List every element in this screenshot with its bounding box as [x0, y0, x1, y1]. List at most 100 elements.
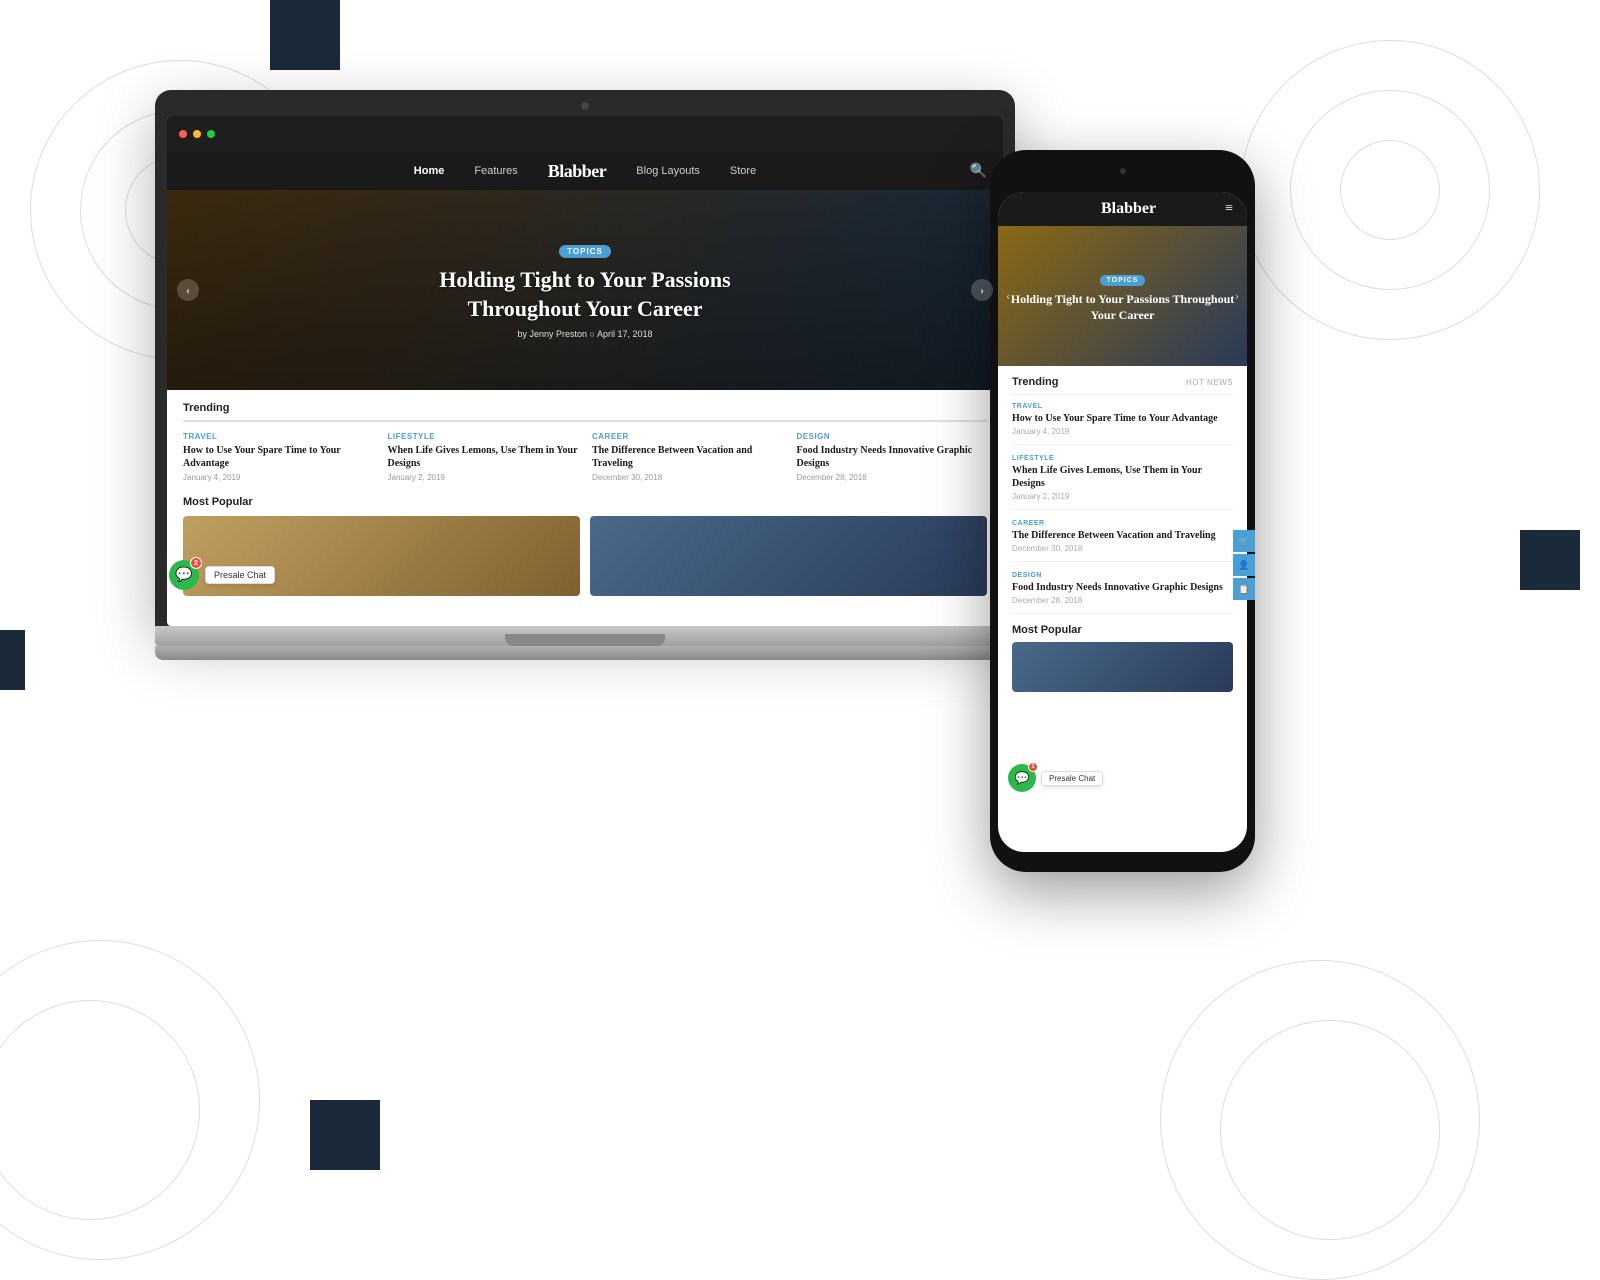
hero-title: Holding Tight to Your PassionsThroughout… [439, 266, 730, 323]
phone-notch [1083, 168, 1163, 188]
laptop-device: Home Features Blabber Blog Layouts Store… [155, 90, 1015, 660]
site-logo[interactable]: Blabber [548, 161, 607, 182]
phone-article-title-4[interactable]: Food Industry Needs Innovative Graphic D… [1012, 581, 1233, 594]
phone-device: Blabber ≡ ‹ TOPICS Holding Tight to Your… [990, 150, 1255, 872]
article-date-1: January 4, 2019 [183, 473, 374, 482]
bg-square-left [0, 630, 25, 690]
phone-article-date-3: December 30, 2018 [1012, 544, 1233, 553]
phone-hot-news-label: HOT NEWS [1186, 378, 1233, 387]
phone-article-category-3: CAREER [1012, 520, 1233, 527]
phone-article-title-3[interactable]: The Difference Between Vacation and Trav… [1012, 529, 1233, 542]
bg-square-top [270, 0, 340, 70]
bg-square-right [1520, 530, 1580, 590]
popular-item-2[interactable] [590, 516, 987, 596]
nav-item-store[interactable]: Store [730, 165, 756, 177]
phone-article-title-1[interactable]: How to Use Your Spare Time to Your Advan… [1012, 412, 1233, 425]
phone-article-2: LIFESTYLE When Life Gives Lemons, Use Th… [1012, 455, 1233, 510]
chat-badge: 2 [190, 557, 202, 569]
phone-screen: Blabber ≡ ‹ TOPICS Holding Tight to Your… [998, 192, 1247, 852]
phone-hero-tag: TOPICS [1100, 275, 1146, 286]
browser-minimize-dot [193, 130, 201, 138]
bg-square-bottom [310, 1100, 380, 1170]
article-title-3[interactable]: The Difference Between Vacation and Trav… [592, 444, 783, 470]
phone-popular-label: Most Popular [1012, 624, 1233, 636]
hero-next-arrow[interactable]: › [971, 279, 993, 301]
circle-decoration-br2 [1220, 1020, 1440, 1240]
article-date-3: December 30, 2018 [592, 473, 783, 482]
phone-article-1: TRAVEL How to Use Your Spare Time to You… [1012, 403, 1233, 445]
chat-label[interactable]: Presale Chat [205, 566, 275, 584]
site-navigation: Home Features Blabber Blog Layouts Store… [167, 152, 1003, 190]
laptop-screen: Home Features Blabber Blog Layouts Store… [167, 116, 1003, 626]
phone-article-date-2: January 2, 2019 [1012, 492, 1233, 501]
laptop-camera [581, 102, 589, 110]
phone-popular-image[interactable] [1012, 642, 1233, 692]
article-title-4[interactable]: Food Industry Needs Innovative Graphic D… [797, 444, 988, 470]
main-scene: Home Features Blabber Blog Layouts Store… [155, 90, 1205, 660]
phone-sidebar-icon-1[interactable]: 🛒 [1233, 530, 1247, 552]
hero-content: TOPICS Holding Tight to Your PassionsThr… [439, 241, 730, 339]
phone-article-date-1: January 4, 2019 [1012, 427, 1233, 436]
hero-prev-arrow[interactable]: ‹ [177, 279, 199, 301]
trending-item-3: CAREER The Difference Between Vacation a… [592, 432, 783, 482]
phone-chat-badge: 1 [1028, 762, 1038, 772]
phone-sidebar-icons: 🛒 👤 📋 [1233, 530, 1247, 600]
phone-hero-title: Holding Tight to Your Passions Throughou… [998, 292, 1247, 323]
article-title-2[interactable]: When Life Gives Lemons, Use Them in Your… [388, 444, 579, 470]
phone-body: Blabber ≡ ‹ TOPICS Holding Tight to Your… [990, 150, 1255, 872]
trending-section-label: Trending [183, 402, 987, 422]
article-title-1[interactable]: How to Use Your Spare Time to Your Advan… [183, 444, 374, 470]
phone-article-category-2: LIFESTYLE [1012, 455, 1233, 462]
phone-site-logo[interactable]: Blabber [1101, 200, 1156, 218]
browser-bar [167, 116, 1003, 152]
laptop-body: Home Features Blabber Blog Layouts Store… [155, 90, 1015, 626]
nav-item-features[interactable]: Features [474, 165, 517, 177]
nav-item-home[interactable]: Home [414, 165, 445, 177]
browser-close-dot [179, 130, 187, 138]
content-area: Trending TRAVEL How to Use Your Spare Ti… [167, 390, 1003, 608]
phone-camera [1120, 168, 1126, 174]
phone-article-date-4: December 28, 2018 [1012, 596, 1233, 605]
article-category-3: CAREER [592, 432, 783, 441]
hamburger-menu-icon[interactable]: ≡ [1225, 201, 1233, 217]
chat-icon-wrap: 💬 2 [169, 560, 199, 590]
phone-hero-section: ‹ TOPICS Holding Tight to Your Passions … [998, 226, 1247, 366]
phone-sidebar-icon-2[interactable]: 👤 [1233, 554, 1247, 576]
hero-tag: TOPICS [559, 245, 611, 258]
nav-item-blog-layouts[interactable]: Blog Layouts [636, 165, 700, 177]
phone-article-category-4: DESIGN [1012, 572, 1233, 579]
phone-article-category-1: TRAVEL [1012, 403, 1233, 410]
phone-trending-header: Trending HOT NEWS [1012, 376, 1233, 395]
laptop-stand [155, 646, 1015, 660]
laptop-base [155, 626, 1015, 646]
browser-expand-dot [207, 130, 215, 138]
circle-decoration-bl2 [0, 1000, 200, 1220]
phone-chat-label[interactable]: Presale Chat [1041, 771, 1103, 786]
search-icon[interactable]: 🔍 [970, 163, 987, 180]
phone-article-4: DESIGN Food Industry Needs Innovative Gr… [1012, 572, 1233, 614]
article-category-2: LIFESTYLE [388, 432, 579, 441]
trending-item-2: LIFESTYLE When Life Gives Lemons, Use Th… [388, 432, 579, 482]
phone-trending-label: Trending [1012, 376, 1058, 388]
circle-decoration-tr2 [1290, 90, 1490, 290]
circle-decoration-tr3 [1340, 140, 1440, 240]
phone-article-3: CAREER The Difference Between Vacation a… [1012, 520, 1233, 562]
circle-decoration-bl [0, 940, 260, 1260]
phone-article-title-2[interactable]: When Life Gives Lemons, Use Them in Your… [1012, 464, 1233, 490]
phone-chat-button[interactable]: 💬 1 Presale Chat [1008, 764, 1103, 792]
most-popular-label: Most Popular [183, 496, 987, 508]
chat-button-laptop[interactable]: 💬 2 Presale Chat [169, 560, 275, 590]
article-date-2: January 2, 2019 [388, 473, 579, 482]
trending-grid: TRAVEL How to Use Your Spare Time to You… [183, 432, 987, 482]
hero-section: ‹ TOPICS Holding Tight to Your PassionsT… [167, 190, 1003, 390]
article-category-4: DESIGN [797, 432, 988, 441]
phone-content-area: Trending HOT NEWS TRAVEL How to Use Your… [998, 366, 1247, 702]
hero-meta: by Jenny Preston ○ April 17, 2018 [439, 329, 730, 339]
trending-item-4: DESIGN Food Industry Needs Innovative Gr… [797, 432, 988, 482]
article-category-1: TRAVEL [183, 432, 374, 441]
circle-decoration-br [1160, 960, 1480, 1280]
circle-decoration-tr [1240, 40, 1540, 340]
phone-sidebar-icon-3[interactable]: 📋 [1233, 578, 1247, 600]
trending-item-1: TRAVEL How to Use Your Spare Time to You… [183, 432, 374, 482]
phone-chat-icon: 💬 1 [1008, 764, 1036, 792]
